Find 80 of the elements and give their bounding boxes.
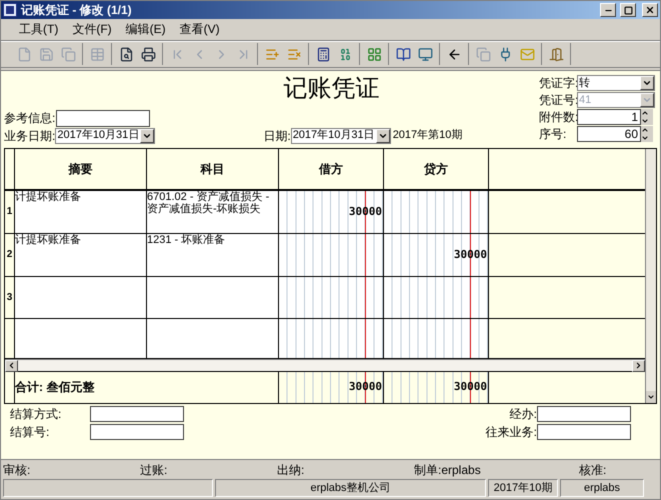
calculator-icon	[316, 46, 330, 62]
scroll-down-icon[interactable]	[646, 390, 656, 403]
table-icon	[90, 46, 104, 62]
text-field[interactable]	[537, 424, 631, 440]
row-number: 2	[6, 248, 12, 262]
menu-item[interactable]: 查看(V)	[180, 20, 220, 38]
table-cell[interactable]	[15, 318, 147, 358]
close-button[interactable]	[642, 3, 658, 17]
field-label: 附件数:	[539, 109, 577, 126]
book-icon	[396, 46, 410, 62]
spin-buttons-icon[interactable]	[641, 109, 653, 126]
column-header: 贷方	[424, 160, 448, 178]
dropdown-field[interactable]: 2017年10月31日	[55, 128, 156, 144]
field-label: 序号:	[539, 126, 568, 144]
table-cell[interactable]	[147, 276, 279, 318]
horizontal-scrollbar[interactable]	[5, 358, 645, 372]
field-label: 经办:	[510, 406, 537, 423]
scroll-right-icon[interactable]	[632, 360, 645, 372]
exit-icon	[548, 46, 564, 62]
total-label: 合计: 叁佰元整	[15, 379, 94, 396]
grid-icon	[366, 46, 382, 62]
vertical-scrollbar[interactable]	[645, 148, 656, 403]
column-header: 摘要	[68, 160, 92, 178]
maximize-icon	[624, 6, 632, 14]
dropdown-field[interactable]: 2017年10月31日	[290, 128, 391, 144]
column-header: 借方	[319, 160, 343, 178]
table-cell[interactable]: 计提坏账准备	[15, 234, 147, 276]
table-cell[interactable]	[15, 276, 147, 318]
status-panel: 2017年10期	[488, 478, 558, 497]
dropdown-field[interactable]: 转	[577, 75, 655, 92]
number-field[interactable]: 1	[577, 109, 641, 126]
spin-buttons-icon[interactable]	[641, 126, 653, 142]
field-label: 参考信息:	[4, 110, 56, 127]
field-label: 日期:	[263, 128, 291, 145]
file-icon	[16, 46, 32, 62]
preview-icon	[118, 46, 134, 62]
app-icon	[3, 3, 17, 17]
delete-row-icon	[286, 46, 302, 62]
maximize-button[interactable]	[620, 3, 636, 17]
field-label: 凭证号:	[539, 92, 577, 110]
print-icon	[140, 46, 156, 62]
monitor-icon	[418, 46, 432, 62]
text-field[interactable]	[537, 406, 631, 422]
table-cell[interactable]: 6701.02 - 资产减值损失 - 资产减值损失-坏账损失	[147, 190, 279, 233]
menu-item[interactable]: 工具(T)	[19, 20, 58, 38]
field-label: 往来业务:	[486, 424, 537, 441]
save-all-icon	[60, 46, 76, 62]
table-cell[interactable]: 1231 - 坏账准备	[147, 234, 279, 276]
period-text: 2017年第10期	[392, 128, 462, 144]
row-number: 1	[6, 205, 12, 220]
minimize-button[interactable]	[600, 3, 616, 17]
signature-label: 审核:	[3, 462, 30, 477]
reference-field[interactable]	[56, 110, 150, 127]
column-header: 科目	[200, 160, 224, 178]
text-field[interactable]	[90, 406, 184, 422]
number-field[interactable]: 60	[577, 126, 641, 142]
voucher-title: 记账凭证	[284, 76, 380, 100]
field-label: 凭证字:	[539, 75, 577, 92]
signature-label: 核准:	[579, 462, 606, 477]
field-label: 结算方式:	[10, 406, 62, 423]
table-cell[interactable]	[147, 318, 279, 358]
signature-label: 出纳:	[277, 462, 304, 477]
text-field[interactable]	[90, 424, 184, 440]
menu-item[interactable]: 文件(F)	[72, 20, 112, 38]
table-cell[interactable]: 计提坏账准备	[15, 190, 147, 233]
copy-icon	[476, 46, 490, 62]
field-label: 业务日期:	[4, 128, 56, 145]
window-title: 记账凭证 - 修改 (1/1)	[21, 2, 132, 19]
signature-label: 过账:	[140, 462, 168, 477]
insert-row-icon	[264, 46, 280, 62]
status-panel: erplabs整机公司	[215, 478, 486, 497]
scroll-left-icon[interactable]	[5, 360, 18, 372]
save-icon	[38, 46, 54, 62]
signature-label: 制单:erplabs	[414, 462, 481, 477]
menu-item[interactable]: 编辑(E)	[126, 20, 166, 38]
field-label: 结算号:	[10, 424, 50, 441]
row-number: 3	[6, 290, 12, 305]
status-panel: erplabs	[560, 478, 644, 497]
mail-icon	[520, 46, 534, 62]
close-icon	[645, 5, 655, 15]
